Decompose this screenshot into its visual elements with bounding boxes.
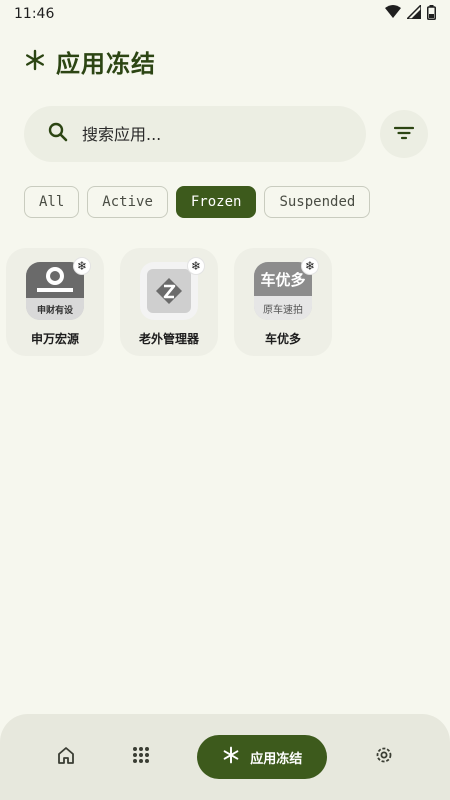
nav-settings[interactable] [366, 739, 402, 775]
chip-frozen[interactable]: Frozen [175, 186, 257, 218]
app-icon-wrap: 申财有设 ❄ [26, 258, 90, 320]
nav-freeze[interactable]: 应用冻结 [197, 735, 328, 779]
app-name: 车优多 [264, 332, 301, 346]
app-icon-wrap: ❄ [140, 258, 204, 320]
status-time: 11:46 [14, 6, 55, 22]
chip-active[interactable]: Active [87, 186, 168, 218]
app-card-shenwan[interactable]: 申财有设 ❄ 申万宏源 [6, 248, 104, 356]
nav-home[interactable] [48, 739, 84, 775]
snowflake-icon [222, 746, 240, 768]
status-bar: 11:46 [0, 0, 450, 28]
chip-all[interactable]: All [24, 186, 80, 218]
filter-button[interactable] [380, 110, 428, 158]
home-icon [56, 745, 76, 769]
freeze-badge-icon: ❄ [302, 258, 318, 274]
signal-icon [405, 3, 422, 23]
settings-icon [374, 745, 394, 769]
page-title: 应用冻结 [56, 50, 156, 78]
app-card-laowai[interactable]: ❄ 老外管理器 [120, 248, 218, 356]
wifi-icon [385, 5, 401, 23]
freeze-badge-icon: ❄ [188, 258, 204, 274]
archive-logo-icon [147, 269, 191, 313]
app-name: 申万宏源 [30, 332, 79, 346]
filter-icon [393, 125, 415, 144]
apps-grid-icon [132, 746, 150, 768]
app-card-cheyouduo[interactable]: 车优多 原车速拍 ❄ 车优多 [234, 248, 332, 356]
search-row [24, 106, 428, 162]
app-icon-wrap: 车优多 原车速拍 ❄ [254, 258, 318, 320]
nav-apps[interactable] [123, 739, 159, 775]
app-grid: 申财有设 ❄ 申万宏源 ❄ 老外管理器 车优多 原车速拍 ❄ 车优多 [6, 248, 332, 356]
bottom-nav: 应用冻结 [0, 714, 450, 800]
search-box[interactable] [24, 106, 366, 162]
nav-freeze-label: 应用冻结 [250, 751, 303, 767]
snowflake-icon [24, 49, 46, 75]
search-icon [48, 122, 68, 146]
app-name: 老外管理器 [138, 332, 199, 346]
cheyouduo-icon-caption: 原车速拍 [254, 296, 312, 320]
search-input[interactable] [82, 124, 322, 144]
shenwan-icon-caption: 申财有设 [26, 298, 84, 320]
filter-chips: All Active Frozen Suspended [24, 186, 371, 218]
freeze-badge-icon: ❄ [74, 258, 90, 274]
chip-suspended[interactable]: Suspended [264, 186, 371, 218]
status-icons [385, 3, 436, 24]
battery-icon [427, 4, 436, 24]
page-header: 应用冻结 [24, 44, 156, 79]
